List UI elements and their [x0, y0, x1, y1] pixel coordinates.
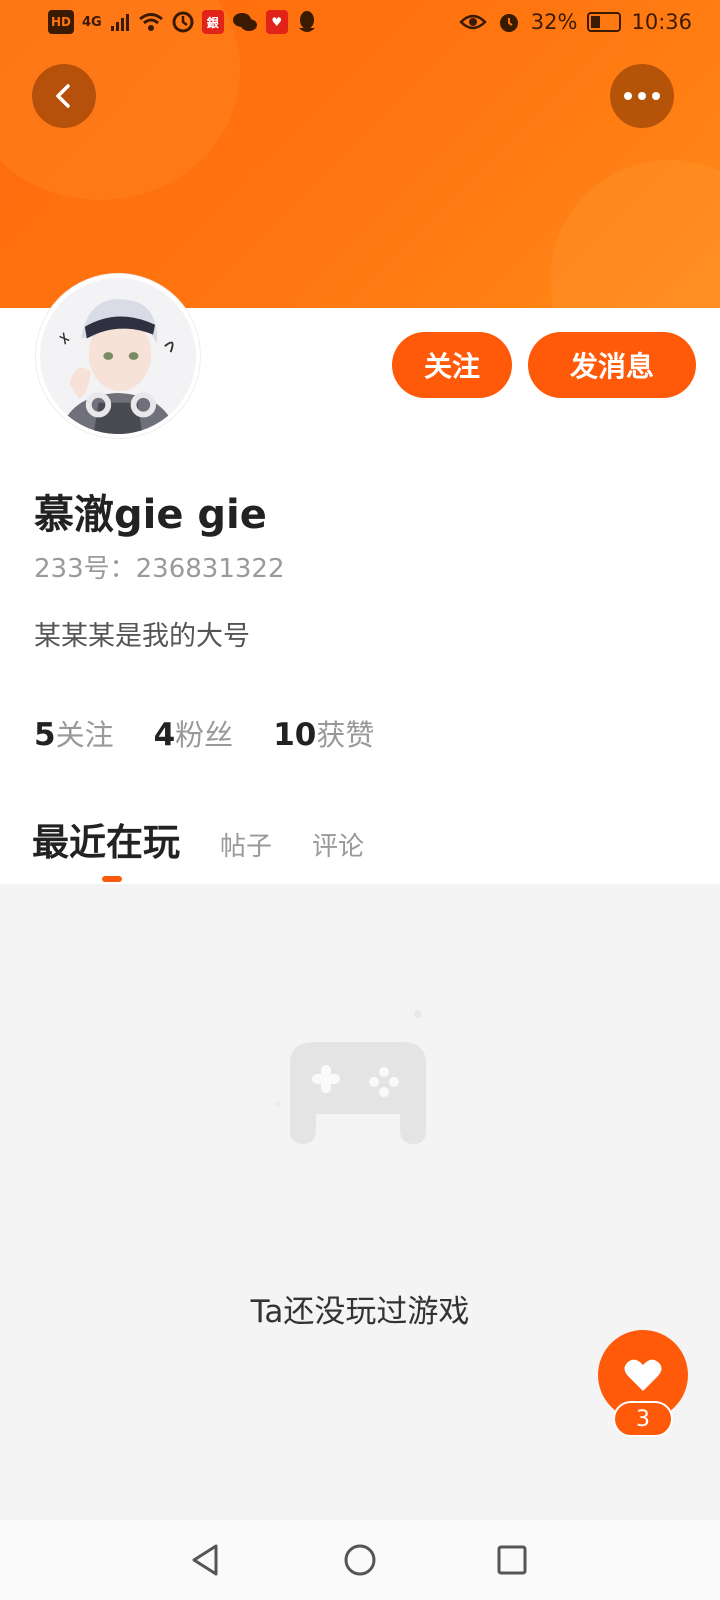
heart-icon — [624, 1359, 662, 1391]
more-dots-icon — [624, 92, 660, 100]
profile-stats: 5关注 4粉丝 10获赞 — [34, 712, 374, 754]
tab-comments[interactable]: 评论 — [312, 826, 364, 863]
stat-value: 5 — [34, 717, 56, 753]
timer-icon — [172, 11, 194, 33]
clock-time: 10:36 — [631, 10, 692, 34]
stat-following[interactable]: 5关注 — [34, 712, 114, 754]
stat-label: 获赞 — [316, 718, 375, 752]
avatar[interactable] — [36, 274, 200, 438]
banner-decoration — [550, 160, 720, 308]
status-bar: HD 4G 銀 ♥ 32% 10:36 — [0, 0, 720, 48]
more-button[interactable] — [610, 64, 674, 128]
profile-id: 233号：236831322 — [34, 554, 285, 584]
tab-posts[interactable]: 帖子 — [220, 826, 272, 863]
heart-app-icon: ♥ — [265, 10, 288, 34]
stat-label: 粉丝 — [175, 718, 234, 752]
bank-app-icon: 銀 — [201, 10, 224, 34]
nav-home-icon[interactable] — [340, 1540, 380, 1580]
chevron-left-icon — [56, 84, 70, 108]
battery-percent: 32% — [530, 10, 578, 34]
stat-value: 10 — [273, 717, 317, 753]
signal-bars-icon — [110, 14, 129, 31]
eye-icon — [459, 14, 487, 30]
profile-tabs: 最近在玩 帖子 评论 — [32, 812, 364, 866]
qq-icon — [298, 11, 315, 32]
gamepad-icon — [275, 1010, 426, 1144]
avatar-illustration — [40, 278, 196, 434]
stat-likes[interactable]: 10获赞 — [273, 712, 374, 754]
wifi-icon — [138, 13, 163, 31]
wechat-icon — [232, 13, 257, 31]
profile-bio: 某某某是我的大号 — [34, 621, 250, 652]
tab-content: Ta还没玩过游戏 — [0, 884, 720, 1520]
battery-icon — [587, 12, 622, 32]
signal-4g-icon: 4G — [82, 14, 102, 30]
tab-recently-played[interactable]: 最近在玩 — [32, 812, 180, 866]
stat-value: 4 — [153, 717, 176, 753]
follow-button[interactable]: 关注 — [392, 332, 512, 398]
active-tab-indicator — [102, 876, 122, 882]
nav-back-icon[interactable] — [186, 1540, 226, 1580]
stat-label: 关注 — [55, 718, 114, 752]
hd-icon: HD — [48, 10, 75, 34]
empty-state-message: Ta还没玩过游戏 — [250, 1294, 470, 1330]
stat-followers[interactable]: 4粉丝 — [154, 712, 234, 754]
back-button[interactable] — [32, 64, 96, 128]
send-message-button[interactable]: 发消息 — [528, 332, 696, 398]
profile-name: 慕澈gie gie — [34, 492, 267, 538]
like-count-badge: 3 — [613, 1401, 673, 1437]
system-nav-bar — [0, 1520, 720, 1600]
alarm-icon — [499, 14, 518, 32]
nav-recent-icon[interactable] — [492, 1540, 532, 1580]
